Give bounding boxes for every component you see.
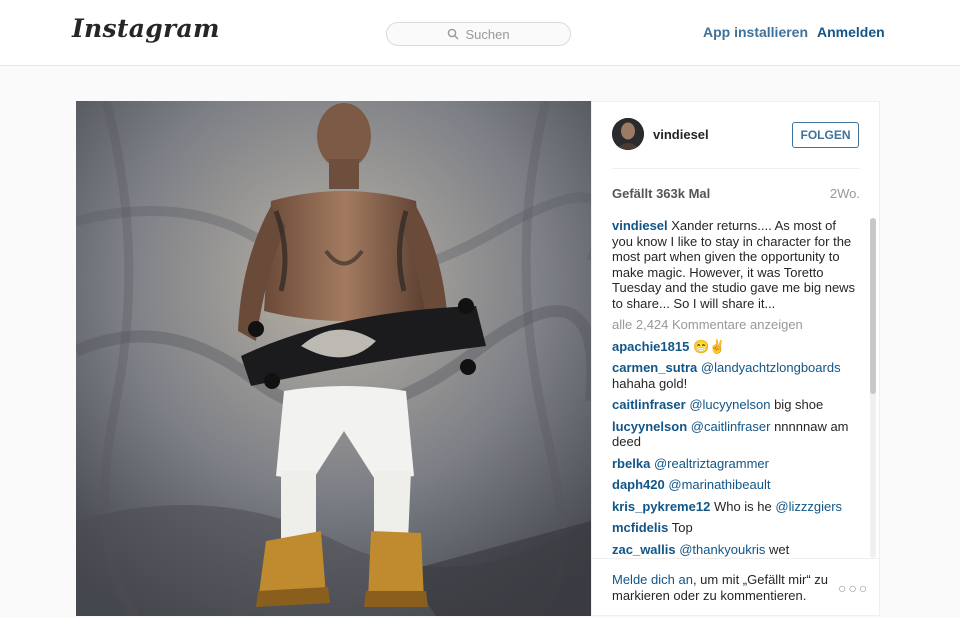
comment-username[interactable]: daph420 [612,477,665,492]
comment-username[interactable]: rbelka [612,456,650,471]
comment-username[interactable]: mcfidelis [612,520,668,535]
view-all-comments-link[interactable]: alle 2,424 Kommentare anzeigen [612,317,860,333]
comment-item: mcfidelis Top [612,520,860,536]
likes-count: Gefällt 363k Mal [612,186,711,201]
comment-username[interactable]: zac_wallis [612,542,676,557]
comment-scrollbar[interactable] [870,218,876,558]
comment-item: kris_pykreme12 Who is he @lizzzgiers [612,499,860,515]
post-image [76,101,591,616]
comment-item: zac_wallis @thankyoukris wet [612,542,860,558]
login-prompt-link[interactable]: Melde dich an [612,572,693,587]
comment-text: Top [671,520,693,535]
top-navigation-bar: Instagram Suchen App installieren Anmeld… [0,0,960,66]
comment-mention[interactable]: @marinathibeault [668,477,770,492]
comment-mention[interactable]: @lucyynelson [689,397,770,412]
login-link[interactable]: Anmelden [817,24,885,40]
comment-mention[interactable]: @lizzzgiers [775,499,842,514]
comment-username[interactable]: caitlinfraser [612,397,686,412]
divider [592,558,879,559]
comment-item: apachie1815 😁✌ [612,339,860,355]
comment-mention[interactable]: @realtriztagrammer [654,456,769,471]
comment-mention[interactable]: @caitlinfraser [691,419,771,434]
divider [612,168,860,169]
search-box[interactable]: Suchen [386,22,571,46]
comment-list: vindiesel Xander returns.... As most of … [612,218,860,558]
comment-item: daph420 @marinathibeault [612,477,860,493]
avatar[interactable] [612,118,644,150]
post-photo[interactable] [76,101,591,616]
instagram-logo[interactable]: Instagram [72,14,220,43]
comment-text: big shoe [774,397,824,412]
comment-username[interactable]: vindiesel [612,218,668,233]
comment-item: caitlinfraser @lucyynelson big shoe [612,397,860,413]
comment-item: carmen_sutra @landyachtzlongboards hahah… [612,360,860,391]
post-caption: vindiesel Xander returns.... As most of … [612,218,860,311]
comment-item: rbelka @realtriztagrammer [612,456,860,472]
install-app-link[interactable]: App installieren [703,24,808,40]
login-prompt: Melde dich an, um mit „Gefällt mir“ zu m… [612,572,832,604]
comment-mention[interactable]: @thankyoukris [679,542,765,557]
comment-text: Who is he [713,498,772,514]
comment-mention[interactable]: @landyachtzlongboards [701,360,841,375]
comment-username[interactable]: apachie1815 [612,339,689,354]
comment-username[interactable]: lucyynelson [612,419,687,434]
comment-item: lucyynelson @caitlinfraser nnnnnaw am de… [612,419,860,450]
comment-text: wet [769,541,790,557]
post-author-username[interactable]: vindiesel [653,127,709,142]
comment-username[interactable]: carmen_sutra [612,360,697,375]
comment-username[interactable]: kris_pykreme12 [612,499,710,514]
avatar-image [612,118,644,150]
post-timestamp[interactable]: 2Wo. [822,186,860,201]
comment-text: hahaha gold! [612,375,688,391]
search-icon [448,28,459,40]
post-details-panel: vindiesel FOLGEN Gefällt 363k Mal 2Wo. v… [591,101,880,616]
scrollbar-thumb[interactable] [870,218,876,394]
search-placeholder: Suchen [465,26,510,42]
comment-text: 😁✌ [692,338,726,354]
follow-button[interactable]: FOLGEN [792,122,859,148]
more-options-icon[interactable]: ○○○ [838,580,869,596]
